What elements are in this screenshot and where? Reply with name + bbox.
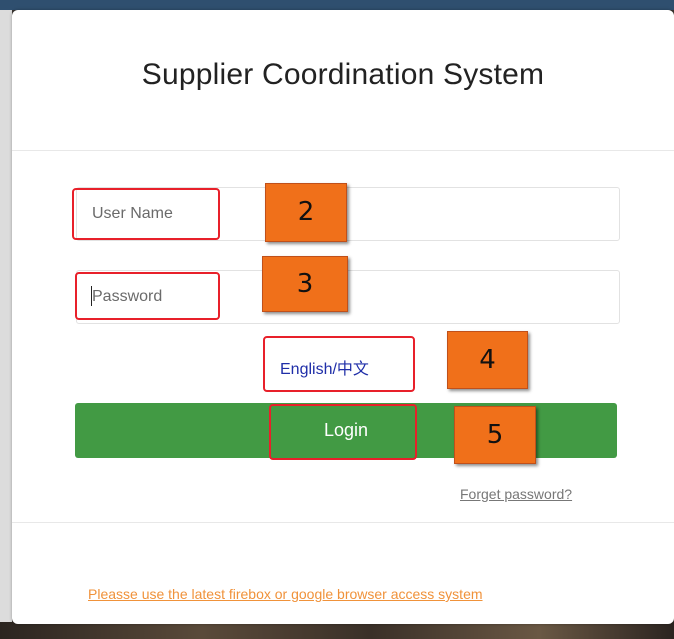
footer-divider <box>12 522 674 523</box>
highlight-username <box>72 188 220 240</box>
callout-number-3: 3 <box>262 256 348 312</box>
callout-number-5: 5 <box>454 406 536 464</box>
highlight-login <box>269 404 417 460</box>
callout-number-2: 2 <box>265 183 347 242</box>
window-top-bar <box>0 0 674 10</box>
highlight-language <box>263 336 415 392</box>
background-image <box>0 622 674 639</box>
left-backdrop <box>0 10 12 622</box>
highlight-password <box>75 272 220 320</box>
browser-notice-link[interactable]: Pleasse use the latest firebox or google… <box>88 586 483 602</box>
callout-number-4: 4 <box>447 331 528 389</box>
header-divider <box>12 150 674 151</box>
forget-password-link[interactable]: Forget password? <box>460 486 572 502</box>
page-title: Supplier Coordination System <box>141 58 545 91</box>
